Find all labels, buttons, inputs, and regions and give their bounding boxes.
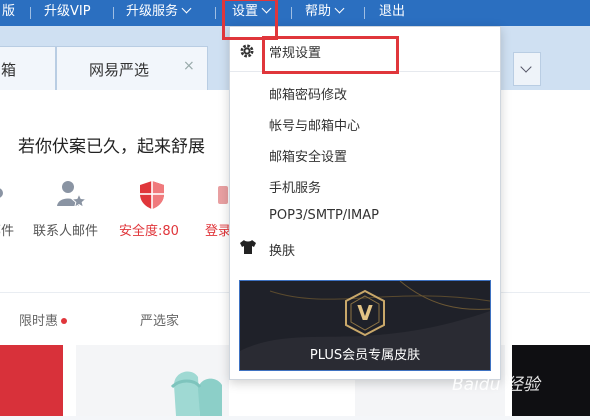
quick-link-mail[interactable]: 邮件 bbox=[0, 220, 14, 239]
menu-item-change-password[interactable]: 邮箱密码修改 bbox=[269, 84, 347, 103]
banner-text: PLUS会员专属皮肤 bbox=[309, 348, 421, 363]
chevron-down-icon bbox=[334, 3, 345, 14]
settings-dropdown-menu: 常规设置 邮箱密码修改 帐号与邮箱中心 邮箱安全设置 手机服务 POP3/SMT… bbox=[229, 26, 501, 380]
subnav-yanxuan-jia[interactable]: 严选家 bbox=[140, 310, 179, 329]
nav-separator bbox=[30, 7, 31, 19]
chevron-down-icon bbox=[181, 3, 192, 14]
quick-link-login[interactable]: 登录 bbox=[205, 220, 231, 239]
highlight-box-settings bbox=[222, 0, 278, 40]
menu-item-account-center[interactable]: 帐号与邮箱中心 bbox=[269, 115, 360, 134]
menu-item-security-settings[interactable]: 邮箱安全设置 bbox=[269, 146, 347, 165]
product-card-slippers[interactable] bbox=[76, 345, 229, 416]
tab-label: 网易严选 bbox=[89, 61, 150, 79]
nav-item-help[interactable]: 帮助 bbox=[305, 0, 345, 26]
tshirt-icon bbox=[240, 240, 256, 254]
quick-link-contact-mail[interactable]: 联系人邮件 bbox=[33, 220, 98, 239]
nav-separator bbox=[291, 7, 292, 19]
close-icon[interactable]: × bbox=[183, 58, 195, 74]
slippers-image bbox=[170, 371, 222, 416]
nav-item-upgrade-service-label: 升级服务 bbox=[126, 4, 179, 19]
red-dot-badge bbox=[61, 318, 68, 324]
nav-separator bbox=[215, 7, 216, 19]
subnav-flash-sale[interactable]: 限时惠 bbox=[19, 310, 68, 329]
menu-item-pop3-smtp-imap[interactable]: POP3/SMTP/IMAP bbox=[269, 208, 379, 223]
mail-icon bbox=[0, 188, 3, 198]
product-card-banner[interactable] bbox=[0, 345, 63, 416]
menu-item-change-skin[interactable]: 换肤 bbox=[269, 240, 295, 259]
nav-item-help-label: 帮助 bbox=[305, 4, 332, 19]
highlight-box-general-settings bbox=[262, 36, 399, 74]
top-navigation-bar: 版 升级VIP 升级服务 设置 帮助 退出 bbox=[0, 0, 590, 26]
contact-star-icon[interactable] bbox=[56, 180, 86, 208]
nav-item-upgrade-vip[interactable]: 升级VIP bbox=[44, 0, 91, 26]
tab-label: 箱 bbox=[1, 61, 17, 79]
nav-item-version[interactable]: 版 bbox=[2, 0, 15, 26]
nav-item-upgrade-service[interactable]: 升级服务 bbox=[126, 0, 192, 26]
gear-icon bbox=[240, 44, 254, 58]
nav-separator bbox=[113, 7, 114, 19]
menu-item-mobile-service[interactable]: 手机服务 bbox=[269, 177, 321, 196]
subnav-flash-sale-label: 限时惠 bbox=[19, 314, 59, 329]
tab-scroll-button[interactable] bbox=[513, 52, 541, 86]
tab-yanxuan[interactable]: 网易严选 × bbox=[56, 46, 208, 90]
nav-item-logout[interactable]: 退出 bbox=[379, 0, 405, 26]
quick-link-security-score[interactable]: 安全度:80 bbox=[119, 220, 179, 239]
greeting-text: 若你伏案已久，起来舒展 bbox=[18, 137, 205, 157]
chevron-down-icon bbox=[520, 61, 532, 73]
watermark: Baidu 经验 bbox=[452, 375, 540, 395]
shield-icon[interactable] bbox=[138, 180, 166, 210]
plus-skin-banner[interactable]: V PLUS会员专属皮肤 bbox=[239, 280, 491, 371]
vip-badge-icon: V bbox=[357, 301, 373, 325]
nav-separator bbox=[364, 7, 365, 19]
tab-inbox[interactable]: 箱 bbox=[0, 46, 56, 90]
